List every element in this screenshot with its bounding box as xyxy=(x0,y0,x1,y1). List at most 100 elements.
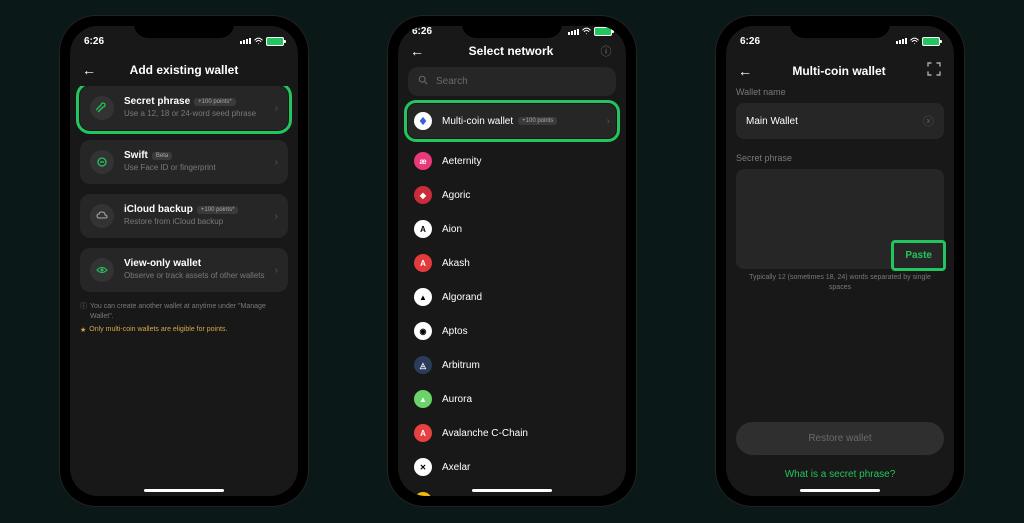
what-is-phrase-link[interactable]: What is a secret phrase? xyxy=(736,469,944,480)
wifi-icon xyxy=(910,37,919,46)
network-name: Multi-coin wallet xyxy=(442,116,513,127)
chevron-right-icon: › xyxy=(275,265,278,276)
network-icon: ◉ xyxy=(414,322,432,340)
network-name: Aion xyxy=(442,224,610,235)
network-name: BNB Beacon Chain xyxy=(442,496,610,497)
restore-button[interactable]: Restore wallet xyxy=(736,422,944,455)
chevron-right-icon: › xyxy=(607,116,610,127)
option-swift[interactable]: SwiftBeta Use Face ID or fingerprint › xyxy=(80,140,288,184)
options-list: Secret phrase+100 points* Use a 12, 18 o… xyxy=(70,86,298,496)
option-title: View-only wallet xyxy=(124,258,201,269)
info-note: ⓘYou can create another wallet at anytim… xyxy=(80,302,288,322)
network-row[interactable]: ▲ Aurora xyxy=(408,382,616,416)
search-placeholder: Search xyxy=(436,76,468,87)
option-sub: Observe or track assets of other wallets xyxy=(124,271,265,281)
star-icon: ★ xyxy=(80,326,86,334)
notch xyxy=(134,16,234,38)
nav-header: ← Select network ⓘ xyxy=(398,37,626,67)
chevron-right-icon: › xyxy=(275,157,278,168)
wallet-name-label: Wallet name xyxy=(736,87,944,97)
network-row[interactable]: A Aion xyxy=(408,212,616,246)
eye-icon xyxy=(90,258,114,282)
option-sub: Use Face ID or fingerprint xyxy=(124,163,265,173)
page-title: Select network xyxy=(432,44,590,58)
phone-frame-3: 6:26 ← Multi-coin wallet Wallet name Mai… xyxy=(716,16,964,506)
network-multi-coin[interactable]: Multi-coin wallet+100 points › xyxy=(408,104,616,138)
import-form: Wallet name Main Wallet ⓧ Secret phrase … xyxy=(726,87,954,496)
screen-select-network: 6:26 ← Select network ⓘ Search Multi-coi… xyxy=(398,26,626,496)
phrase-input[interactable]: Paste xyxy=(736,169,944,269)
option-secret-phrase[interactable]: Secret phrase+100 points* Use a 12, 18 o… xyxy=(80,86,288,130)
option-title: iCloud backup xyxy=(124,204,193,215)
multi-coin-icon xyxy=(414,112,432,130)
scan-qr-icon[interactable] xyxy=(926,62,942,79)
page-title: Multi-coin wallet xyxy=(760,64,918,78)
cloud-icon xyxy=(90,204,114,228)
points-badge: +100 points* xyxy=(194,98,236,106)
option-viewonly[interactable]: View-only wallet Observe or track assets… xyxy=(80,248,288,292)
points-note: ★Only multi-coin wallets are eligible fo… xyxy=(80,326,288,334)
option-icloud[interactable]: iCloud backup+100 points* Restore from i… xyxy=(80,194,288,238)
network-icon: ◬ xyxy=(414,356,432,374)
network-row[interactable]: ◆ Agoric xyxy=(408,178,616,212)
beta-badge: Beta xyxy=(152,152,172,160)
network-row[interactable]: A Akash xyxy=(408,246,616,280)
network-row[interactable]: æ Aeternity xyxy=(408,144,616,178)
network-icon: A xyxy=(414,424,432,442)
nav-header: ← Add existing wallet xyxy=(70,56,298,86)
signal-icon xyxy=(896,38,907,44)
home-indicator[interactable] xyxy=(144,489,224,492)
network-icon: ◆ xyxy=(414,492,432,496)
network-list: Multi-coin wallet+100 points › æ Aeterni… xyxy=(398,104,626,496)
wallet-name-value: Main Wallet xyxy=(746,116,798,127)
network-row[interactable]: A Avalanche C-Chain xyxy=(408,416,616,450)
status-time: 6:26 xyxy=(84,36,104,47)
network-icon: ▲ xyxy=(414,288,432,306)
phone-frame-2: 6:26 ← Select network ⓘ Search Multi-coi… xyxy=(388,16,636,506)
back-button[interactable]: ← xyxy=(738,63,752,79)
network-icon: A xyxy=(414,254,432,272)
screen-import-wallet: 6:26 ← Multi-coin wallet Wallet name Mai… xyxy=(726,26,954,496)
network-row[interactable]: ◬ Arbitrum xyxy=(408,348,616,382)
home-indicator[interactable] xyxy=(800,489,880,492)
network-name: Aurora xyxy=(442,394,610,405)
clear-icon[interactable]: ⓧ xyxy=(923,113,934,129)
network-icon: æ xyxy=(414,152,432,170)
page-title: Add existing wallet xyxy=(104,63,264,77)
notch xyxy=(462,16,562,38)
phone-frame-1: 6:26 ← Add existing wallet Secret phrase… xyxy=(60,16,308,506)
battery-icon xyxy=(266,37,284,46)
network-row[interactable]: ✕ Axelar xyxy=(408,450,616,484)
battery-icon xyxy=(922,37,940,46)
key-icon xyxy=(90,96,114,120)
option-title: Secret phrase xyxy=(124,96,190,107)
back-button[interactable]: ← xyxy=(82,62,96,78)
network-name: Aptos xyxy=(442,326,610,337)
network-icon: ◆ xyxy=(414,186,432,204)
screen-add-wallet: 6:26 ← Add existing wallet Secret phrase… xyxy=(70,26,298,496)
bottom-actions: Restore wallet What is a secret phrase? xyxy=(736,422,944,480)
network-row[interactable]: ◉ Aptos xyxy=(408,314,616,348)
home-indicator[interactable] xyxy=(472,489,552,492)
network-name: Algorand xyxy=(442,292,610,303)
info-icon[interactable]: ⓘ xyxy=(598,43,614,59)
search-icon xyxy=(418,75,428,88)
wallet-name-input[interactable]: Main Wallet ⓧ xyxy=(736,103,944,139)
info-icon: ⓘ xyxy=(80,302,87,322)
swift-icon xyxy=(90,150,114,174)
network-name: Aeternity xyxy=(442,156,610,167)
network-icon: ▲ xyxy=(414,390,432,408)
chevron-right-icon: › xyxy=(275,211,278,222)
battery-icon xyxy=(594,27,612,36)
paste-button[interactable]: Paste xyxy=(893,242,944,269)
signal-icon xyxy=(568,29,579,35)
network-row[interactable]: ▲ Algorand xyxy=(408,280,616,314)
signal-icon xyxy=(240,38,251,44)
search-input[interactable]: Search xyxy=(408,67,616,96)
network-icon: A xyxy=(414,220,432,238)
back-button[interactable]: ← xyxy=(410,43,424,59)
network-name: Avalanche C-Chain xyxy=(442,428,610,439)
phrase-label: Secret phrase xyxy=(736,153,944,163)
nav-header: ← Multi-coin wallet xyxy=(726,56,954,87)
points-badge: +100 points* xyxy=(197,206,239,214)
